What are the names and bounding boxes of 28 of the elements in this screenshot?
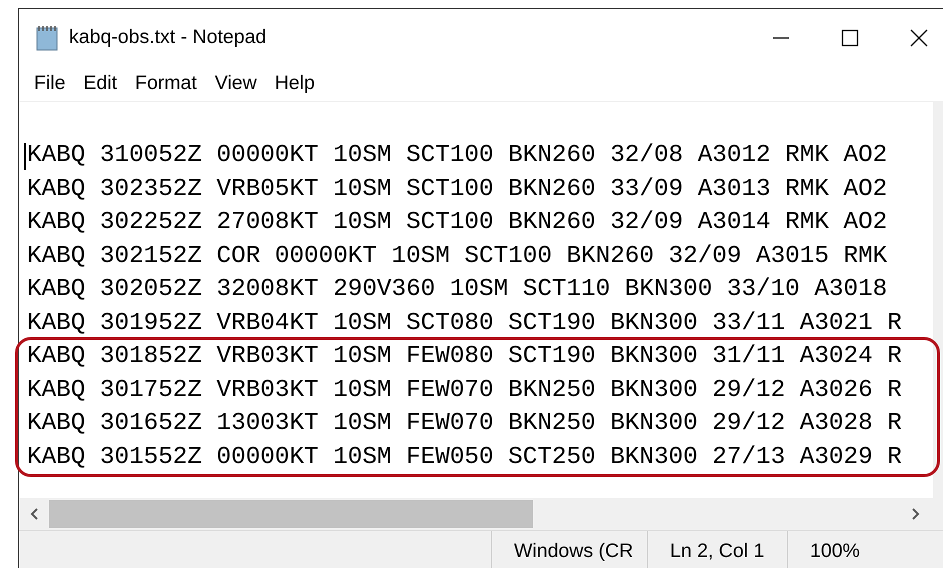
maximize-icon (840, 28, 860, 48)
menu-item[interactable]: Format (126, 66, 206, 100)
cursor-position-status: Ln 2, Col 1 (647, 531, 787, 568)
text-line: KABQ 302152Z COR 00000KT 10SM SCT100 BKN260 32/09 A3015 RMK (27, 242, 888, 272)
text-line: KABQ 310052Z 00000KT 10SM SCT100 BKN260 32/08 A3012 RMK AO2 (27, 141, 888, 171)
menu-item[interactable]: File (25, 66, 74, 100)
notepad-icon (35, 24, 59, 50)
menu-item[interactable]: View (206, 66, 266, 100)
zoom-level-status: 100% (787, 531, 943, 568)
window-title: kabq-obs.txt - Notepad (69, 24, 268, 50)
text-cursor (24, 143, 26, 170)
text-line: KABQ 302052Z 32008KT 290V360 10SM SCT110 BKN300 33/10 A3018 (27, 275, 888, 305)
text-line: KABQ 302352Z VRB05KT 10SM SCT100 BKN260 33/09 A3013 RMK AO2 (27, 174, 888, 204)
text-line: KABQ 301852Z VRB03KT 10SM FEW080 SCT190 BKN300 31/11 A3024 R (27, 342, 902, 372)
close-icon (908, 28, 928, 48)
scroll-left-icon[interactable] (29, 507, 39, 521)
scrollbar-thumb[interactable] (49, 500, 533, 528)
text-line: KABQ 301552Z 00000KT 10SM FEW050 SCT250 BKN300 27/13 A3029 R (27, 442, 902, 472)
horizontal-scrollbar[interactable] (19, 498, 943, 530)
text-line: KABQ 301752Z VRB03KT 10SM FEW070 BKN250 BKN300 29/12 A3026 R (27, 376, 902, 406)
line-ending-status: Windows (CR (491, 531, 647, 568)
scroll-right-icon[interactable] (911, 507, 921, 521)
menu-item[interactable]: Help (266, 66, 324, 100)
text-line: KABQ 302252Z 27008KT 10SM SCT100 BKN260 32/09 A3014 RMK AO2 (27, 208, 888, 238)
minimize-icon (772, 36, 788, 38)
menu-item[interactable]: Edit (74, 66, 126, 100)
text-line: KABQ 301952Z VRB04KT 10SM SCT080 SCT190 BKN300 33/11 A3021 R (27, 308, 902, 338)
text-line: KABQ 301652Z 13003KT 10SM FEW070 BKN250 BKN300 29/12 A3028 R (27, 409, 902, 439)
